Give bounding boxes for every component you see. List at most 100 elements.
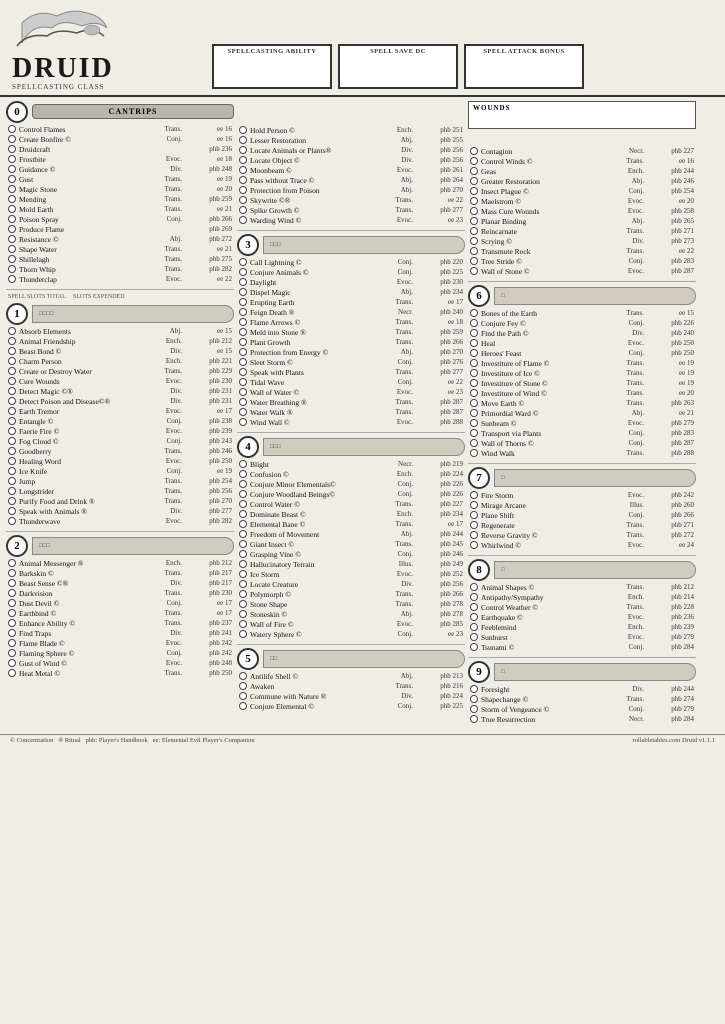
list-item[interactable]: Dominate Beast ©Ench.phb 234	[237, 509, 465, 519]
spell-prepared-circle[interactable]	[8, 517, 16, 525]
list-item[interactable]: Water Walk ®Trans.phb 287	[237, 407, 465, 417]
list-item[interactable]: Giant Insect ©Trans.phb 245	[237, 539, 465, 549]
list-item[interactable]: Control FlamesTrans.ee 16	[6, 124, 234, 134]
list-item[interactable]: Druidcraftphb 236	[6, 144, 234, 154]
spell-prepared-circle[interactable]	[239, 176, 247, 184]
spell-prepared-circle[interactable]	[239, 530, 247, 538]
spell-prepared-circle[interactable]	[239, 216, 247, 224]
list-item[interactable]: ReincarnateTrans.phb 271	[468, 226, 696, 236]
list-item[interactable]: Barkskin ©Trans.phb 217	[6, 568, 234, 578]
list-item[interactable]: Tsunami ©Conj.phb 284	[468, 642, 696, 652]
spell-prepared-circle[interactable]	[239, 328, 247, 336]
spell-prepared-circle[interactable]	[470, 167, 478, 175]
list-item[interactable]: Wind Wall ©Evoc.phb 288	[237, 417, 465, 427]
list-item[interactable]: Insect Plague ©Conj.phb 254	[468, 186, 696, 196]
list-item[interactable]: ThunderclapEvoc.ee 22	[6, 274, 234, 284]
spell-prepared-circle[interactable]	[8, 165, 16, 173]
list-item[interactable]: DarkvisionTrans.phb 230	[6, 588, 234, 598]
spell-prepared-circle[interactable]	[470, 349, 478, 357]
list-item[interactable]: Speak with Animals ®Div.phb 277	[6, 506, 234, 516]
spell-prepared-circle[interactable]	[239, 408, 247, 416]
spell-prepared-circle[interactable]	[8, 467, 16, 475]
spell-prepared-circle[interactable]	[239, 490, 247, 498]
spell-prepared-circle[interactable]	[239, 500, 247, 508]
spell-prepared-circle[interactable]	[239, 570, 247, 578]
list-item[interactable]: Healing WordEvoc.phb 250	[6, 456, 234, 466]
list-item[interactable]: Detect Poison and Disease©®Div.phb 231	[6, 396, 234, 406]
spell-prepared-circle[interactable]	[239, 358, 247, 366]
list-item[interactable]: Wind WalkTrans.phb 288	[468, 448, 696, 458]
spell-prepared-circle[interactable]	[8, 457, 16, 465]
list-item[interactable]: Magic StoneTrans.ee 20	[6, 184, 234, 194]
list-item[interactable]: Sleet Storm ©Conj.phb 276	[237, 357, 465, 367]
list-item[interactable]: Earthquake ©Evoc.phb 236	[468, 612, 696, 622]
spell-prepared-circle[interactable]	[239, 672, 247, 680]
list-item[interactable]: Entangle ©Conj.phb 238	[6, 416, 234, 426]
spell-prepared-circle[interactable]	[8, 145, 16, 153]
list-item[interactable]: Mold EarthTrans.ee 21	[6, 204, 234, 214]
list-item[interactable]: Flame Blade ©Evoc.phb 242	[6, 638, 234, 648]
list-item[interactable]: Call Lightning ©Conj.phb 220	[237, 257, 465, 267]
list-item[interactable]: Whirlwind ©Evoc.ee 24	[468, 540, 696, 550]
spell-prepared-circle[interactable]	[8, 215, 16, 223]
spell-prepared-circle[interactable]	[8, 377, 16, 385]
spell-prepared-circle[interactable]	[239, 338, 247, 346]
spell-prepared-circle[interactable]	[239, 258, 247, 266]
spell-prepared-circle[interactable]	[239, 520, 247, 528]
list-item[interactable]: GeasEnch.phb 244	[468, 166, 696, 176]
list-item[interactable]: Investiture of Ice ©Trans.ee 19	[468, 368, 696, 378]
spell-prepared-circle[interactable]	[470, 603, 478, 611]
spell-prepared-circle[interactable]	[8, 185, 16, 193]
spell-prepared-circle[interactable]	[8, 417, 16, 425]
spell-prepared-circle[interactable]	[8, 125, 16, 133]
spell-prepared-circle[interactable]	[8, 337, 16, 345]
list-item[interactable]: FrostbiteEvoc.ee 18	[6, 154, 234, 164]
spell-prepared-circle[interactable]	[470, 409, 478, 417]
list-item[interactable]: Mirage ArcaneIllus.phb 260	[468, 500, 696, 510]
spell-prepared-circle[interactable]	[8, 205, 16, 213]
list-item[interactable]: HealEvoc.phb 250	[468, 338, 696, 348]
list-item[interactable]: Control Water ©Trans.phb 227	[237, 499, 465, 509]
spell-prepared-circle[interactable]	[239, 348, 247, 356]
spell-prepared-circle[interactable]	[8, 195, 16, 203]
spell-prepared-circle[interactable]	[8, 407, 16, 415]
spell-prepared-circle[interactable]	[8, 579, 16, 587]
list-item[interactable]: Investiture of Flame ©Trans.ee 19	[468, 358, 696, 368]
list-item[interactable]: GoodberryTrans.phb 246	[6, 446, 234, 456]
spell-prepared-circle[interactable]	[239, 550, 247, 558]
list-item[interactable]: BlightNecr.phb 219	[237, 459, 465, 469]
list-item[interactable]: Create or Destroy WaterTrans.phb 229	[6, 366, 234, 376]
spell-prepared-circle[interactable]	[470, 217, 478, 225]
list-item[interactable]: Beast Bond ©Div.ee 15	[6, 346, 234, 356]
list-item[interactable]: Locate CreatureDiv.phb 256	[237, 579, 465, 589]
spell-prepared-circle[interactable]	[8, 649, 16, 657]
list-item[interactable]: Greater RestorationAbj.phb 246	[468, 176, 696, 186]
spell-prepared-circle[interactable]	[8, 639, 16, 647]
spell-prepared-circle[interactable]	[470, 623, 478, 631]
list-item[interactable]: JumpTrans.phb 254	[6, 476, 234, 486]
spell-prepared-circle[interactable]	[470, 643, 478, 651]
spell-prepared-circle[interactable]	[8, 387, 16, 395]
list-item[interactable]: Erupting EarthTrans.ee 17	[237, 297, 465, 307]
list-item[interactable]: Ice KnifeConj.ee 19	[6, 466, 234, 476]
list-item[interactable]: Stoneskin ©Abj.phb 278	[237, 609, 465, 619]
spell-prepared-circle[interactable]	[239, 480, 247, 488]
list-item[interactable]: Wall of Water ©Evoc.ee 23	[237, 387, 465, 397]
spell-prepared-circle[interactable]	[239, 682, 247, 690]
spell-prepared-circle[interactable]	[470, 157, 478, 165]
list-item[interactable]: Detect Magic ©®Div.phb 231	[6, 386, 234, 396]
spell-prepared-circle[interactable]	[470, 339, 478, 347]
list-item[interactable]: Fire StormEvoc.phb 242	[468, 490, 696, 500]
list-item[interactable]: Earth TremorEvoc.ee 17	[6, 406, 234, 416]
spell-prepared-circle[interactable]	[470, 237, 478, 245]
list-item[interactable]: SunburstEvoc.phb 279	[468, 632, 696, 642]
list-item[interactable]: Lesser RestorationAbj.phb 255	[237, 135, 465, 145]
list-item[interactable]: Flame Arrows ©Trans.ee 18	[237, 317, 465, 327]
list-item[interactable]: Tidal WaveConj.ee 22	[237, 377, 465, 387]
spell-prepared-circle[interactable]	[239, 156, 247, 164]
list-item[interactable]: Planar BindingAbj.phb 265	[468, 216, 696, 226]
spell-prepared-circle[interactable]	[470, 583, 478, 591]
spell-prepared-circle[interactable]	[470, 439, 478, 447]
spell-prepared-circle[interactable]	[8, 357, 16, 365]
list-item[interactable]: Shape WaterTrans.ee 21	[6, 244, 234, 254]
